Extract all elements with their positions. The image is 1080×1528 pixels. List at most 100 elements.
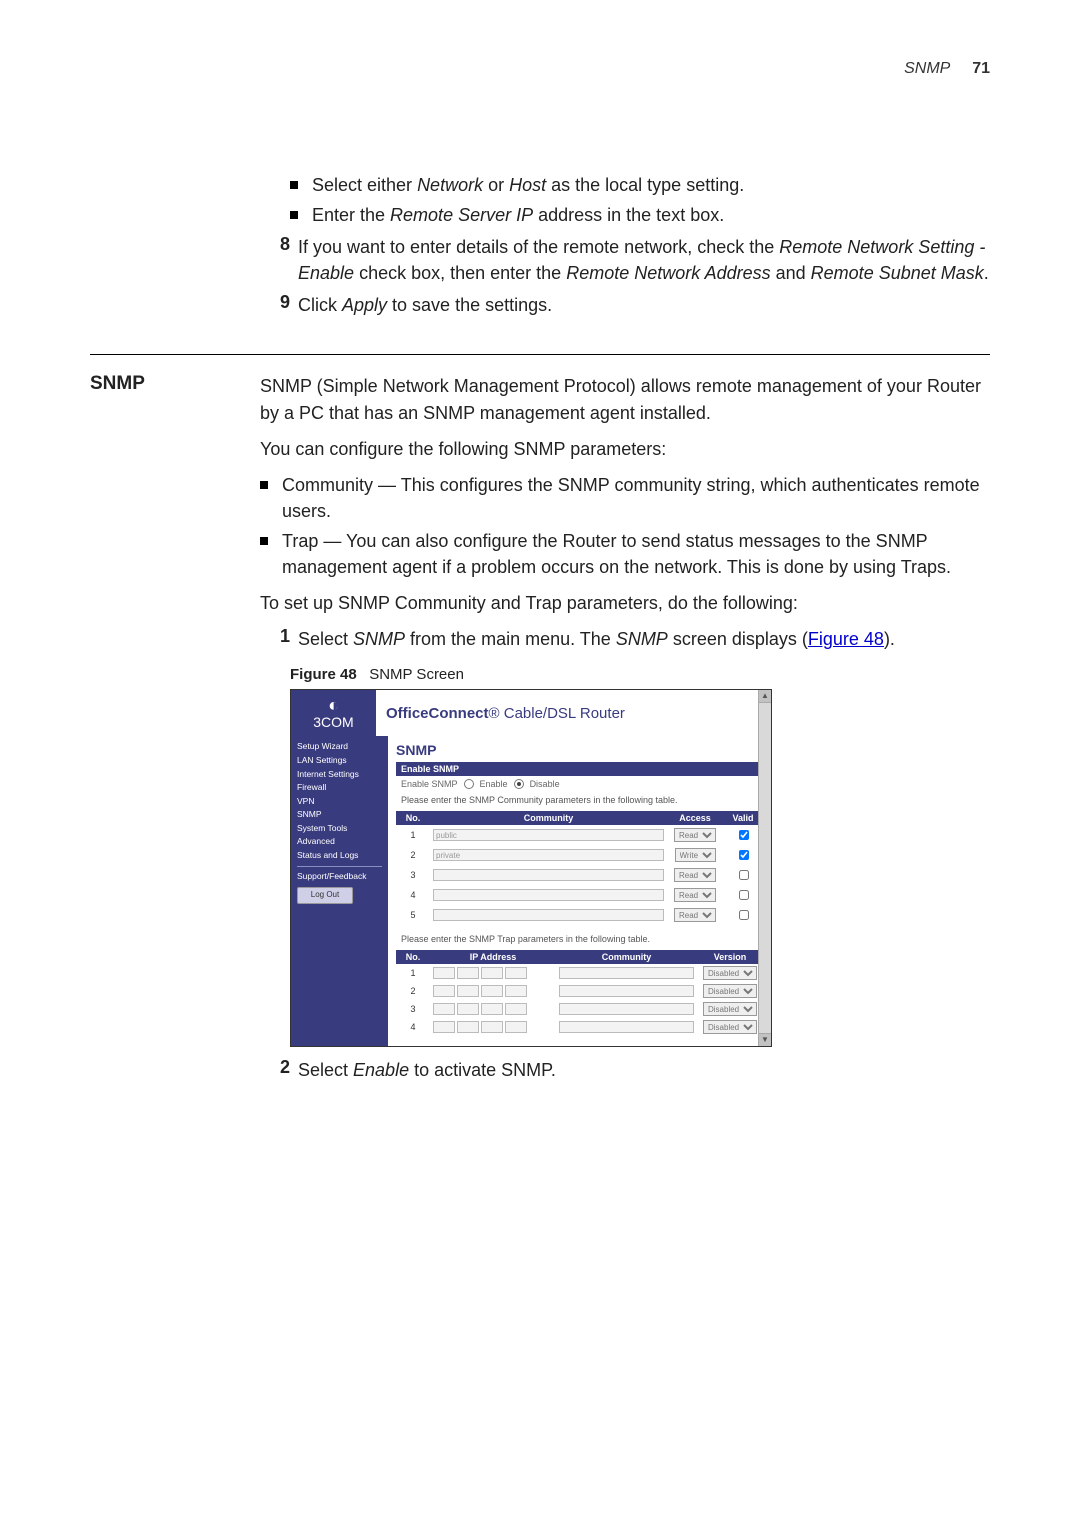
table-row: 3 Disabled — [396, 1000, 763, 1018]
version-select[interactable]: Disabled — [703, 1002, 757, 1016]
community-input[interactable] — [433, 889, 664, 901]
step-number: 9 — [260, 292, 298, 313]
ip-octet[interactable] — [481, 967, 503, 979]
cell-no: 4 — [396, 1018, 430, 1036]
ip-octet[interactable] — [457, 985, 479, 997]
nav-system-tools[interactable]: System Tools — [297, 822, 382, 836]
cell-no: 3 — [396, 1000, 430, 1018]
ip-octet[interactable] — [481, 1003, 503, 1015]
valid-checkbox[interactable] — [739, 890, 749, 900]
disable-option: Disable — [530, 779, 560, 789]
community-input[interactable] — [433, 829, 664, 841]
access-select[interactable]: Read — [674, 888, 716, 902]
header-section: SNMP — [904, 60, 950, 77]
valid-checkbox[interactable] — [739, 870, 749, 880]
community-input[interactable] — [433, 909, 664, 921]
ip-octet[interactable] — [433, 1003, 455, 1015]
step-text: If you want to enter details of the remo… — [298, 234, 990, 286]
trap-community-input[interactable] — [559, 1003, 694, 1015]
trap-community-input[interactable] — [559, 1021, 694, 1033]
cell-no: 2 — [396, 982, 430, 1000]
table-row: 4 Disabled — [396, 1018, 763, 1036]
enable-bar: Enable SNMP — [396, 762, 763, 776]
logout-button[interactable]: Log Out — [297, 887, 353, 904]
running-header: SNMP 71 — [90, 60, 990, 78]
ip-octet[interactable] — [433, 985, 455, 997]
section-heading: SNMP — [90, 373, 260, 395]
bullet-item: Select either Network or Host as the loc… — [290, 172, 990, 198]
table-row: 2Write — [396, 845, 763, 865]
snmp-screenshot: ▲ ▼ ◐ 3COM OfficeConnect® Cable/DSL Rout… — [290, 689, 772, 1047]
ip-octet[interactable] — [433, 967, 455, 979]
scroll-up-icon[interactable]: ▲ — [759, 690, 771, 703]
valid-checkbox[interactable] — [739, 830, 749, 840]
step-9: 9 Click Apply to save the settings. — [260, 292, 990, 318]
enable-radio[interactable] — [464, 779, 474, 789]
nav-lan-settings[interactable]: LAN Settings — [297, 754, 382, 768]
ip-octet[interactable] — [457, 967, 479, 979]
scroll-down-icon[interactable]: ▼ — [759, 1033, 771, 1046]
nav-setup-wizard[interactable]: Setup Wizard — [297, 740, 382, 754]
nav-advanced[interactable]: Advanced — [297, 835, 382, 849]
enable-label: Enable SNMP — [401, 779, 458, 789]
disable-radio[interactable] — [514, 779, 524, 789]
snmp-block: SNMP SNMP (Simple Network Management Pro… — [90, 373, 990, 1089]
table-row: 2 Disabled — [396, 982, 763, 1000]
ip-octet[interactable] — [457, 1003, 479, 1015]
section-divider — [90, 354, 990, 355]
ip-octet[interactable] — [433, 1021, 455, 1033]
valid-checkbox[interactable] — [739, 910, 749, 920]
brand-logo: ◐ 3COM — [291, 690, 376, 736]
ip-octet[interactable] — [481, 1021, 503, 1033]
bullet-text: Trap — You can also configure the Router… — [282, 528, 990, 580]
col-valid: Valid — [723, 811, 763, 825]
cell-no: 3 — [396, 865, 430, 885]
table-row: 5Read — [396, 905, 763, 925]
version-select[interactable]: Disabled — [703, 1020, 757, 1034]
page-number: 71 — [972, 60, 990, 77]
step-text: Select Enable to activate SNMP. — [298, 1057, 990, 1083]
nav-vpn[interactable]: VPN — [297, 795, 382, 809]
bullet-item: Enter the Remote Server IP address in th… — [290, 202, 990, 228]
nav-snmp[interactable]: SNMP — [297, 808, 382, 822]
figure-link[interactable]: Figure 48 — [808, 629, 884, 649]
community-input[interactable] — [433, 849, 664, 861]
nav-status-logs[interactable]: Status and Logs — [297, 849, 382, 863]
nav-firewall[interactable]: Firewall — [297, 781, 382, 795]
nav-internet-settings[interactable]: Internet Settings — [297, 768, 382, 782]
step-1: 1 Select SNMP from the main menu. The SN… — [260, 626, 990, 652]
access-select[interactable]: Read — [674, 908, 716, 922]
trap-community-input[interactable] — [559, 967, 694, 979]
col-community: Community — [430, 811, 667, 825]
bullet-text: Select either Network or Host as the loc… — [312, 172, 990, 198]
cell-no: 1 — [396, 825, 430, 845]
version-select[interactable]: Disabled — [703, 966, 757, 980]
access-select[interactable]: Read — [674, 868, 716, 882]
trap-community-input[interactable] — [559, 985, 694, 997]
version-select[interactable]: Disabled — [703, 984, 757, 998]
step-number: 8 — [260, 234, 298, 255]
ip-octet[interactable] — [457, 1021, 479, 1033]
cell-no: 4 — [396, 885, 430, 905]
square-bullet-icon — [290, 181, 298, 189]
col-no: No. — [396, 811, 430, 825]
table-row: 4 Read — [396, 885, 763, 905]
nav-support-feedback[interactable]: Support/Feedback — [297, 870, 382, 884]
ip-octet[interactable] — [481, 985, 503, 997]
square-bullet-icon — [290, 211, 298, 219]
ip-octet[interactable] — [505, 1003, 527, 1015]
valid-checkbox[interactable] — [739, 850, 749, 860]
square-bullet-icon — [260, 481, 268, 489]
step-8: 8 If you want to enter details of the re… — [260, 234, 990, 286]
access-select[interactable]: Write — [675, 848, 716, 862]
ip-octet[interactable] — [505, 967, 527, 979]
sidebar-nav: Setup Wizard LAN Settings Internet Setti… — [291, 736, 388, 1046]
table-row: 1Disabled — [396, 964, 763, 982]
access-select[interactable]: Read — [674, 828, 716, 842]
community-input[interactable] — [433, 869, 664, 881]
ip-octet[interactable] — [505, 985, 527, 997]
trap-caption: Please enter the SNMP Trap parameters in… — [396, 931, 763, 947]
brand-text: 3COM — [291, 714, 376, 730]
ip-octet[interactable] — [505, 1021, 527, 1033]
scrollbar[interactable]: ▲ ▼ — [758, 690, 771, 1046]
